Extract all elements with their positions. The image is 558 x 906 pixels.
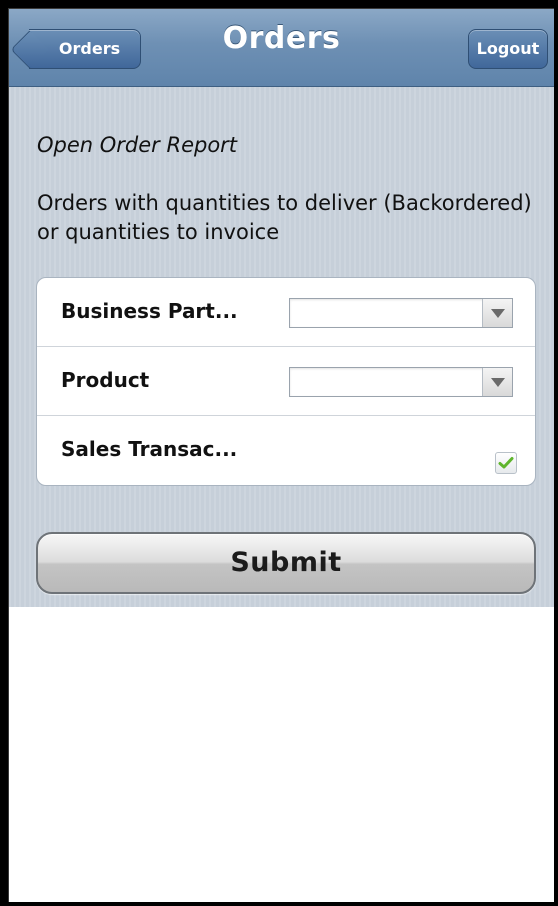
header-bar: Orders Orders Logout (9, 9, 554, 87)
dropdown-arrow-icon[interactable] (482, 299, 512, 327)
business-partner-select[interactable] (289, 298, 513, 328)
checkmark-icon (498, 457, 514, 469)
back-button-label: Orders (58, 39, 121, 58)
form-row-business-partner: Business Part... (37, 278, 535, 347)
sales-transaction-label: Sales Transac... (61, 437, 238, 461)
device-frame: Orders Orders Logout Open Order Report O… (0, 0, 558, 906)
product-label: Product (61, 368, 150, 392)
app-screen: Orders Orders Logout Open Order Report O… (8, 8, 554, 902)
logout-button[interactable]: Logout (468, 29, 548, 69)
product-select[interactable] (289, 367, 513, 397)
submit-button[interactable]: Submit (36, 532, 536, 594)
dropdown-arrow-icon[interactable] (482, 368, 512, 396)
sales-transaction-checkbox[interactable] (495, 452, 517, 474)
business-partner-label: Business Part... (61, 299, 238, 323)
form-row-product: Product (37, 347, 535, 416)
parameter-form: Business Part... Product Sales Transac..… (36, 277, 536, 486)
report-subtitle: Open Order Report (37, 133, 238, 157)
form-row-sales-transaction: Sales Transac... (37, 416, 535, 485)
content-area: Open Order Report Orders with quantities… (9, 87, 554, 607)
report-description: Orders with quantities to deliver (Backo… (37, 191, 532, 244)
